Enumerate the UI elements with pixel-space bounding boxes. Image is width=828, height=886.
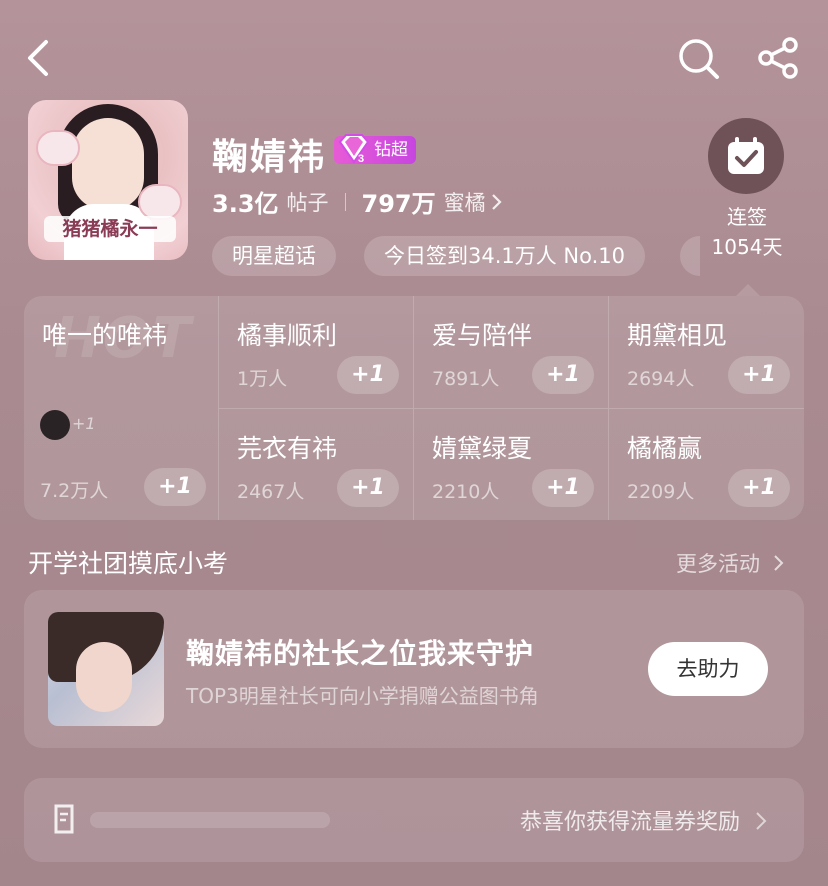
subgroup-title: 婧黛绿夏 [432,434,533,463]
community-name: 鞠婧祎 [212,137,327,178]
help-button[interactable]: 去助力 [648,642,768,696]
subgroup-title: 爱与陪伴 [432,321,533,350]
plus-one-button[interactable]: +1 [337,469,399,507]
share-icon [758,37,798,79]
subgroup-count: 1万人 [237,368,288,390]
diamond-icon: 3 [338,134,370,165]
checkin-label: 连签 1054天 [700,202,794,262]
activity-subtitle: TOP3明星社长可向小学捐赠公益图书角 [186,684,539,708]
member-avatar [40,410,70,440]
subgroup-title: 芫衣有祎 [237,434,338,463]
plus-one-button[interactable]: +1 [532,469,594,507]
activity-title: 鞠婧祎的社长之位我来守护 [186,637,535,670]
back-arrow-icon [28,40,48,76]
posts-label: 帖子 [286,190,329,215]
search-button[interactable] [676,36,722,82]
stats-divider [344,192,346,211]
plus-one-button[interactable]: +1 [144,468,206,506]
plus-one-button[interactable]: +1 [728,356,790,394]
hot-subgroups-grid: HOT 唯一的唯祎 +1 7.2万人 +1 橘事顺利 1万人 +1 爱与陪伴 7… [24,296,804,520]
badge-label: 钻超 [374,140,408,160]
subgroup-count: 7.2万人 [40,480,109,502]
subgroup-cell[interactable]: 橘事顺利 1万人 +1 [218,296,413,408]
checkin-button[interactable] [708,118,784,194]
checkin-streak-label: 连签 [727,205,767,229]
calendar-check-icon [728,137,764,174]
more-activities-label: 更多活动 [676,552,760,576]
subgroup-title: 橘事顺利 [237,321,338,350]
coupon-icon [54,804,74,834]
tag-checkin-stats[interactable]: 今日签到34.1万人 No.10 [364,236,646,276]
back-button[interactable] [22,36,62,80]
avatar-banner-text: 猪猪橘永一 [44,216,176,242]
community-stats: 3.3亿 帖子 797万 蜜橘 [212,184,504,219]
fans-count[interactable]: 797万 [362,184,436,219]
posts-count: 3.3亿 [212,190,279,218]
fans-label[interactable]: 蜜橘 [444,187,486,217]
subgroup-cell[interactable]: 期黛相见 2694人 +1 [608,296,804,408]
pointer-triangle [736,284,760,296]
avatar-face [72,118,144,210]
subgroup-count: 2209人 [627,481,695,503]
plus-one-button[interactable]: +1 [337,356,399,394]
svg-text:3: 3 [358,153,364,165]
activity-thumbnail [48,612,164,726]
subgroup-title: 橘橘赢 [627,434,703,463]
tag-star-topic[interactable]: 明星超话 [212,236,336,276]
chevron-right-icon[interactable] [490,192,504,212]
chevron-right-icon [756,812,767,830]
chevron-right-icon [773,555,784,571]
subgroup-cell[interactable]: 爱与陪伴 7891人 +1 [413,296,608,408]
subgroup-count: 2467人 [237,481,305,503]
subgroup-count: 2694人 [627,368,695,390]
pig-sticker-icon [36,130,80,166]
level-badge[interactable]: 3 钻超 [334,134,416,165]
community-avatar[interactable]: 猪猪橘永一 [28,100,188,260]
thumbnail-face [76,642,132,712]
subgroup-count: 2210人 [432,481,500,503]
reward-notice-label: 恭喜你获得流量券奖励 [520,810,741,835]
checkin-days: 1054天 [711,235,783,259]
subgroup-cell[interactable]: 橘橘赢 2209人 +1 [608,408,804,520]
plus-one-button[interactable]: +1 [532,356,594,394]
more-activities-link[interactable]: 更多活动 [676,548,785,578]
section-title: 开学社团摸底小考 [28,549,229,578]
blurred-notice-text [90,812,330,828]
subgroup-count: 7891人 [432,368,500,390]
subgroup-cell[interactable]: 婧黛绿夏 2210人 +1 [413,408,608,520]
subgroup-title: 唯一的唯祎 [42,321,168,350]
plus-one-button[interactable]: +1 [728,469,790,507]
tag-overflow[interactable] [680,236,700,276]
mini-plus-label: +1 [72,414,96,433]
subgroup-title: 期黛相见 [627,321,728,350]
subgroup-cell[interactable]: 芫衣有祎 2467人 +1 [218,408,413,520]
pig-sticker-icon [138,184,182,220]
reward-notice-text: 恭喜你获得流量券奖励 [520,804,767,836]
share-button[interactable] [756,36,802,82]
search-icon [679,39,719,79]
subgroup-main[interactable]: 唯一的唯祎 +1 7.2万人 +1 [24,296,218,520]
